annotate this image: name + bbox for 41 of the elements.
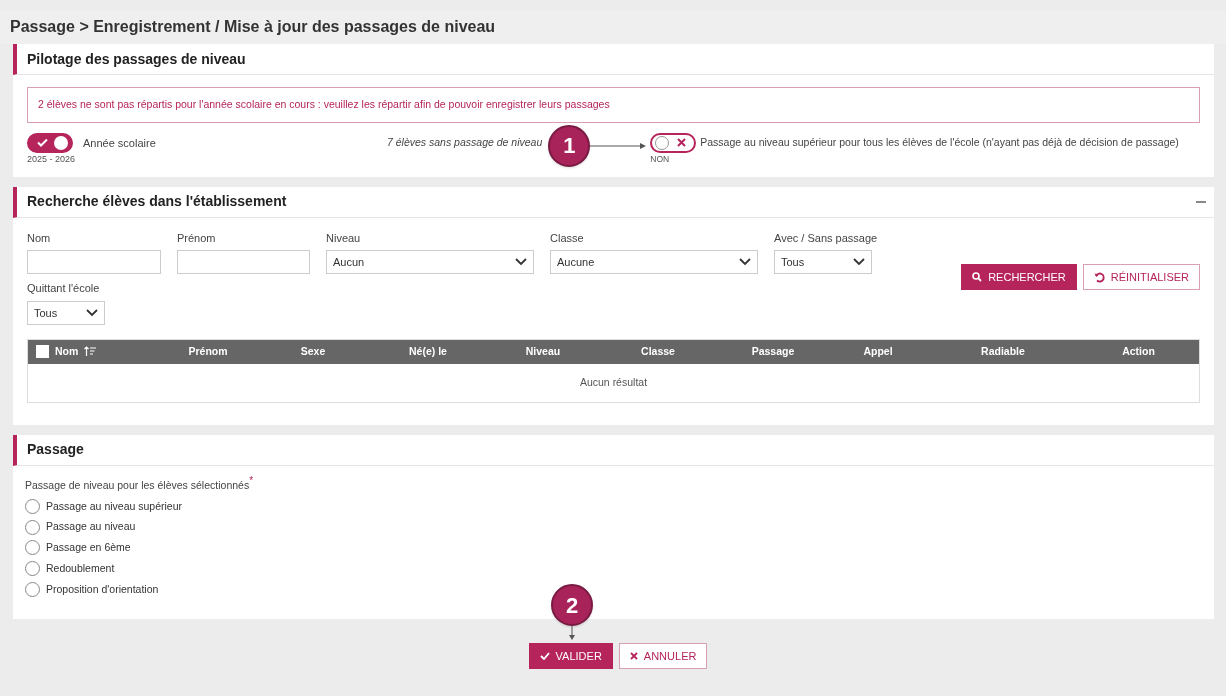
- radio-label: Passage en 6ème: [46, 540, 131, 555]
- column-header[interactable]: Passage: [751, 343, 795, 360]
- year-value: 2025 - 2026: [27, 152, 77, 166]
- column-header[interactable]: Né(e) le: [409, 343, 447, 360]
- column-header[interactable]: Radiable: [981, 343, 1025, 360]
- secondary-button[interactable]: RÉINITIALISER: [1082, 264, 1201, 291]
- secondary-button[interactable]: ANNULER: [618, 643, 708, 670]
- radio-label: Passage au niveau: [46, 519, 136, 535]
- field-label: Nom: [27, 230, 52, 246]
- section-heading: Recherche élèves dans l'établissement: [27, 192, 287, 212]
- field-label: Prénom: [177, 230, 217, 246]
- section-heading: Pilotage des passages de niveau: [27, 49, 246, 69]
- section-heading: Passage: [27, 440, 84, 460]
- dropdown[interactable]: Aucun: [326, 250, 534, 275]
- page-title: Passage > Enregistrement / Mise à jour des passages de niveau: [10, 17, 496, 37]
- toggle-state: NON: [650, 152, 671, 166]
- column-header[interactable]: Action: [1122, 343, 1155, 360]
- radio-label: Redoublement: [46, 560, 115, 576]
- column-header[interactable]: Nom: [55, 343, 79, 360]
- field-label: Quittant l'école: [27, 281, 101, 297]
- column-header[interactable]: Prénom: [188, 343, 228, 360]
- dropdown[interactable]: Aucune: [550, 250, 758, 275]
- radio-label: Passage au niveau supérieur: [46, 498, 182, 514]
- field-label: Niveau: [326, 230, 362, 246]
- toggle-label: Passage au niveau supérieur pour tous les élèves de l'école (n'ayant pas déjà de décision de passage): [700, 134, 1179, 150]
- callout-number: 1: [548, 124, 591, 167]
- field-label: Avec / Sans passage: [774, 230, 878, 246]
- toggle-label: Année scolaire: [83, 135, 156, 151]
- dropdown[interactable]: Tous: [27, 300, 105, 325]
- column-header[interactable]: Appel: [863, 343, 893, 360]
- warning-alert: 2 élèves ne sont pas répartis pour l'année scolaire en cours : veuillez les répartir afin de pouvoir enregistrer leurs passages: [27, 87, 1200, 123]
- count-text: 7 élèves sans passage de niveau: [387, 134, 543, 150]
- empty-message: Aucun résultat: [579, 374, 648, 390]
- column-header[interactable]: Niveau: [525, 343, 561, 360]
- column-header[interactable]: Classe: [641, 343, 675, 360]
- radio-label: Proposition d'orientation: [46, 581, 159, 597]
- field-label: Classe: [550, 230, 585, 246]
- column-header[interactable]: Sexe: [300, 343, 326, 360]
- primary-button[interactable]: VALIDER: [528, 643, 613, 670]
- primary-button[interactable]: RECHERCHER: [961, 264, 1077, 291]
- dropdown[interactable]: Tous: [774, 250, 872, 275]
